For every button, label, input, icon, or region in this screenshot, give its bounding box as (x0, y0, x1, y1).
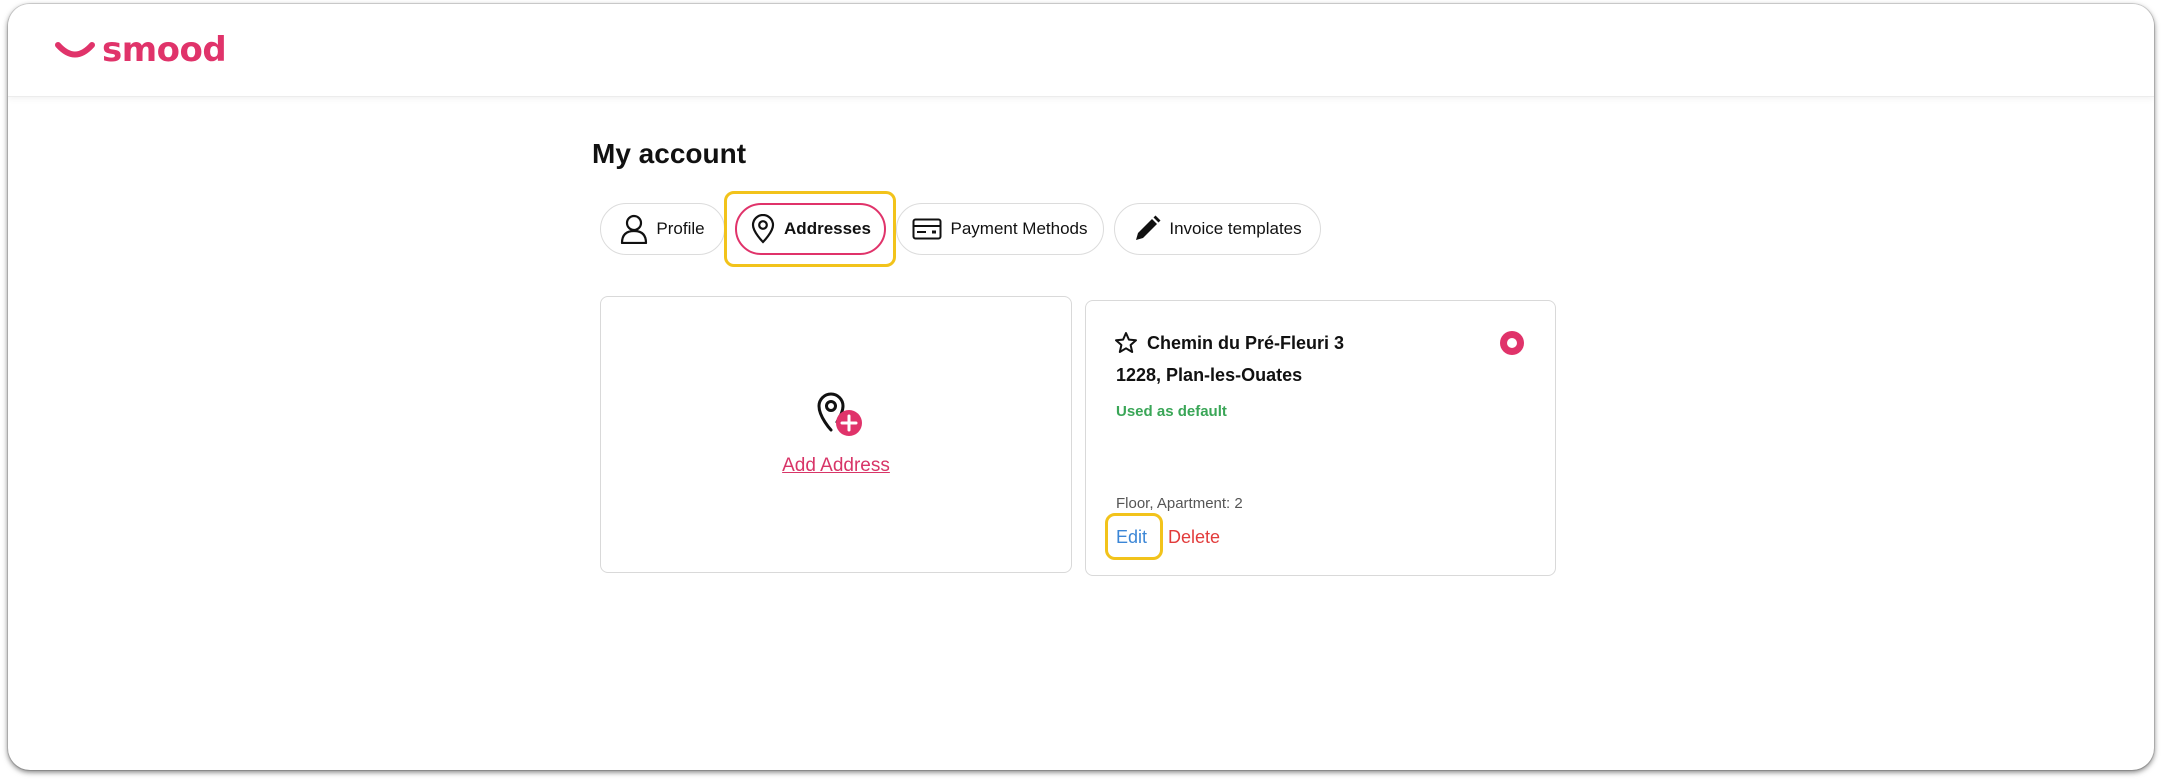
smood-logo[interactable]: smood (54, 30, 227, 70)
smile-logo-icon (55, 42, 95, 58)
address-street: Chemin du Pré-Fleuri 3 (1147, 333, 1345, 353)
credit-card-icon (912, 218, 942, 240)
address-select-radio[interactable] (1500, 331, 1524, 355)
location-pin-plus-icon (817, 392, 862, 436)
edit-address-button[interactable]: Edit (1116, 527, 1147, 548)
user-icon (621, 214, 648, 244)
add-address-card[interactable]: Add Address (600, 296, 1072, 573)
logo-text: smood (102, 30, 227, 70)
address-floor: Floor, Apartment: 2 (1116, 495, 1243, 512)
tab-addresses-label: Addresses (784, 219, 871, 238)
add-address-link[interactable]: Add Address (601, 455, 1071, 477)
page-title: My account (592, 138, 747, 169)
app-window: smood My account Profile Addresses Payme… (8, 4, 2154, 770)
tab-profile-label: Profile (656, 219, 705, 238)
tab-addresses[interactable]: Addresses (735, 203, 886, 255)
location-pin-icon (751, 214, 775, 244)
pencil-icon (1136, 215, 1161, 240)
tab-invoice-label: Invoice templates (1169, 219, 1302, 238)
address-city: 1228, Plan-les-Ouates (1116, 365, 1303, 385)
tab-payment-label: Payment Methods (950, 219, 1088, 238)
star-outline-icon[interactable] (1114, 331, 1138, 355)
default-address-badge: Used as default (1116, 403, 1227, 420)
address-card: Chemin du Pré-Fleuri 3 1228, Plan-les-Ou… (1085, 300, 1556, 576)
delete-address-button[interactable]: Delete (1168, 527, 1220, 548)
tab-payment-methods[interactable]: Payment Methods (896, 203, 1104, 255)
tab-invoice-templates[interactable]: Invoice templates (1114, 203, 1321, 255)
tab-profile[interactable]: Profile (600, 203, 725, 255)
top-bar: smood (8, 4, 2154, 97)
